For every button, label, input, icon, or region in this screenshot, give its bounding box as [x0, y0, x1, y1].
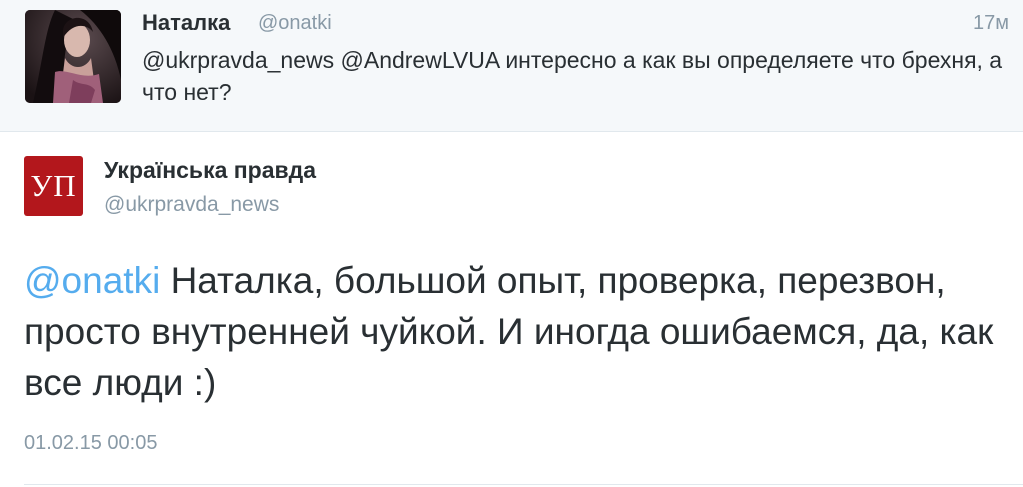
- reply-tweet-text: @ukrpravda_news @AndrewLVUA интересно а …: [142, 47, 1003, 105]
- main-tweet: УП Українська правда @ukrpravda_news @on…: [0, 133, 1023, 487]
- main-author-handle[interactable]: @ukrpravda_news: [104, 193, 279, 217]
- reply-author-handle[interactable]: @onatki: [258, 12, 332, 35]
- main-tweet-date: 01.02.15 00:05: [24, 432, 158, 454]
- reply-tweet[interactable]: Наталка @onatki 17м @ukrpravda_news @And…: [0, 0, 1023, 132]
- avatar-portrait-image: [25, 10, 121, 103]
- main-tweet-text: @onatki Наталка, большой опыт, проверка,…: [24, 255, 1004, 408]
- main-author-name[interactable]: Українська правда: [104, 157, 316, 184]
- reply-timestamp[interactable]: 17м: [973, 12, 1009, 35]
- ukrpravda-logo-avatar[interactable]: УП: [24, 156, 83, 216]
- main-tweet-body: Наталка, большой опыт, проверка, перезво…: [24, 260, 994, 403]
- mention-link[interactable]: @onatki: [24, 260, 160, 301]
- divider: [24, 484, 1023, 485]
- user-avatar[interactable]: [25, 10, 121, 103]
- logo-text: УП: [30, 168, 77, 203]
- reply-author-name[interactable]: Наталка: [142, 10, 230, 36]
